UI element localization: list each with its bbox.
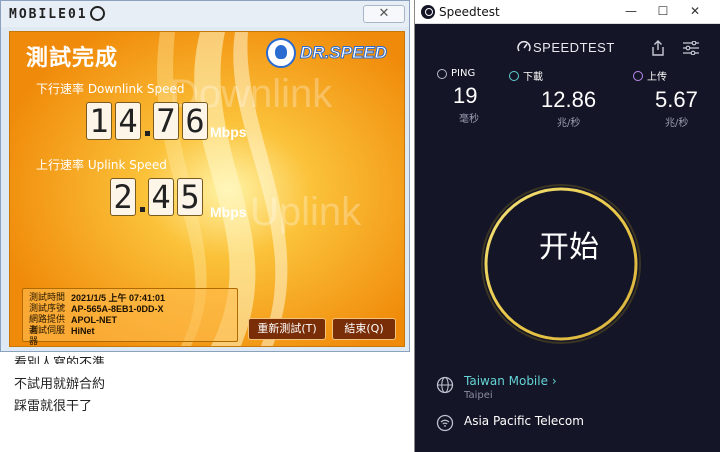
isp-name[interactable]: Taiwan Mobile › <box>464 374 557 388</box>
speedometer-icon <box>517 41 531 52</box>
drspeed-window: MOBILE01 ✕ Downlink Uplink 測試完成 DR.SPEED… <box>0 0 410 352</box>
downlink-digit: 7 <box>153 102 179 140</box>
upload-unit: 兆/秒 <box>665 118 689 129</box>
page-text-line: 踩雷就很干了 <box>14 399 93 414</box>
drspeed-titlebar: MOBILE01 ✕ <box>1 1 409 27</box>
decimal-point <box>144 102 150 140</box>
page-text-line: 不試用就辦合約 <box>14 377 106 392</box>
decimal-point <box>139 178 145 216</box>
desktop: MOBILE01 ✕ Downlink Uplink 測試完成 DR.SPEED… <box>0 0 720 452</box>
upload-metric: 上传 5.67 兆/秒 <box>633 68 698 129</box>
upload-icon <box>633 70 643 81</box>
end-button[interactable]: 結束(Q) <box>332 318 396 340</box>
go-button-label: 开始 <box>539 230 599 265</box>
info-value: 2021/1/5 上午 07:41:01 <box>71 293 166 303</box>
uplink-label: 上行速率 Uplink Speed <box>36 158 167 172</box>
info-value: HiNet <box>71 326 95 336</box>
ping-label-row: PING <box>437 68 479 79</box>
share-icon[interactable] <box>651 40 665 56</box>
isp-name-text: Taiwan Mobile <box>464 374 548 388</box>
downlink-unit: Mbps <box>210 124 247 140</box>
ping-unit: 毫秒 <box>459 114 479 125</box>
uplink-unit: Mbps <box>210 204 247 220</box>
uplink-digit: 2 <box>110 178 136 216</box>
download-icon <box>509 70 519 81</box>
info-row: 測試伺服器 HiNet <box>29 326 237 347</box>
upload-label-row: 上传 <box>633 68 698 83</box>
info-row: 網路提供者 APOL-NET <box>29 315 237 336</box>
drspeed-close-button[interactable]: ✕ <box>363 5 405 23</box>
info-key: 測試時間 <box>29 293 66 303</box>
downlink-digit: 4 <box>115 102 141 140</box>
upload-value: 5.67 <box>655 87 698 112</box>
maximize-button[interactable]: ☐ <box>653 3 673 19</box>
bg-uplink-text: Uplink <box>250 190 362 234</box>
drspeed-logo-text: DR.SPEED <box>300 43 388 63</box>
globe-icon <box>436 376 454 394</box>
uplink-digit: 4 <box>148 178 174 216</box>
speedtest-window-title: Speedtest <box>439 5 500 19</box>
close-button[interactable]: ✕ <box>685 3 705 19</box>
page-text-line: 看別人寫的不準 <box>14 356 106 364</box>
drspeed-logo-icon <box>266 38 296 68</box>
download-unit: 兆/秒 <box>557 118 581 129</box>
minimize-button[interactable]: — <box>621 3 641 19</box>
info-value: APOL-NET <box>71 315 117 325</box>
drspeed-result-panel: Downlink Uplink 測試完成 DR.SPEED 下行速率 Downl… <box>9 31 405 347</box>
download-value: 12.86 <box>541 87 597 112</box>
mobile01-watermark: MOBILE01 <box>9 6 105 24</box>
retest-button[interactable]: 重新測試(T) <box>248 318 326 340</box>
uplink-digits: 2 4 5 <box>110 178 203 216</box>
ping-icon <box>437 68 447 79</box>
info-key: 測試伺服器 <box>29 326 66 347</box>
uplink-digit: 5 <box>177 178 203 216</box>
server-name[interactable]: Asia Pacific Telecom <box>464 414 584 428</box>
ping-label: PING <box>451 68 476 79</box>
info-key: 測試序號 <box>29 304 66 314</box>
ping-metric: PING 19 毫秒 <box>437 68 479 125</box>
download-label: 下載 <box>523 72 543 83</box>
downlink-label: 下行速率 Downlink Speed <box>36 82 185 96</box>
speedtest-app-icon <box>421 5 435 19</box>
downlink-digit: 6 <box>182 102 208 140</box>
isp-location: Taipei <box>464 390 493 401</box>
upload-label: 上传 <box>647 72 667 83</box>
speedtest-header: SPEEDTEST <box>415 30 720 60</box>
speedtest-titlebar: Speedtest — ☐ ✕ <box>415 0 720 24</box>
speedtest-logo: SPEEDTEST <box>533 40 615 55</box>
download-metric: 下載 12.86 兆/秒 <box>509 68 596 129</box>
drspeed-logo: DR.SPEED <box>266 38 398 68</box>
info-row: 測試序號 AP-565A-8EB1-0DD-X <box>29 304 237 315</box>
downlink-digit: 1 <box>86 102 112 140</box>
ping-value: 19 <box>453 83 478 108</box>
download-label-row: 下載 <box>509 68 596 83</box>
drspeed-title: 測試完成 <box>26 46 119 71</box>
watermark-face-icon <box>89 6 105 21</box>
info-key: 網路提供者 <box>29 315 66 336</box>
wifi-icon <box>436 414 454 432</box>
info-value: AP-565A-8EB1-0DD-X <box>71 304 164 314</box>
watermark-text: MOBILE01 <box>9 7 88 22</box>
settings-icon[interactable] <box>683 41 699 55</box>
info-row: 測試時間 2021/1/5 上午 07:41:01 <box>29 293 237 304</box>
chevron-right-icon: › <box>551 374 557 388</box>
downlink-digits: 1 4 7 6 <box>86 102 208 140</box>
test-info-panel: 測試時間 2021/1/5 上午 07:41:01 測試序號 AP-565A-8EB… <box>22 288 238 347</box>
